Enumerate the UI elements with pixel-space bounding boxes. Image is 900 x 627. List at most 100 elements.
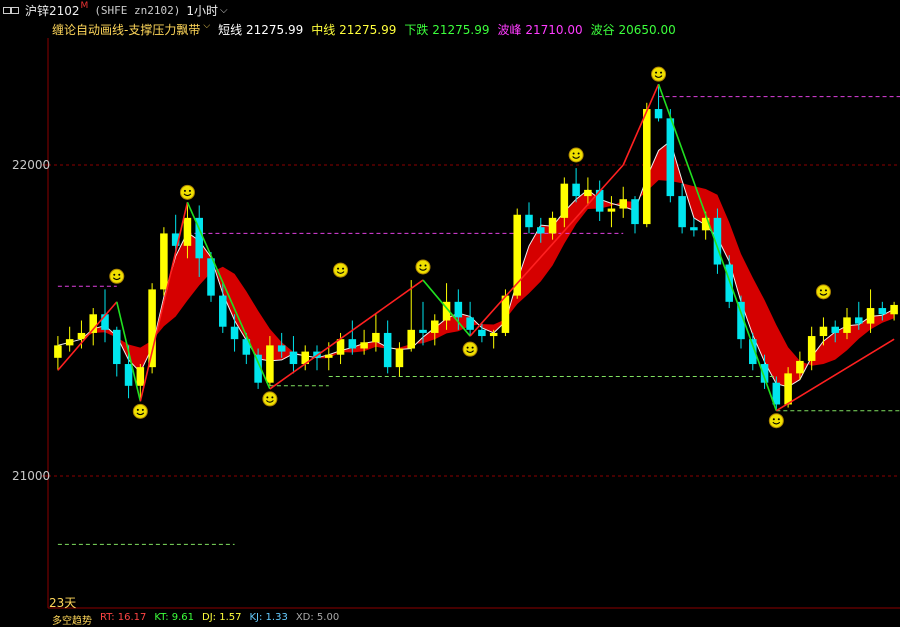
candle-body bbox=[466, 317, 474, 330]
candle-body bbox=[325, 354, 333, 358]
smiley-eye bbox=[655, 71, 658, 74]
bottom-indicator-row: 多空趋势 RT: 16.17 KT: 9.61 DJ: 1.57 KJ: 1.3… bbox=[52, 612, 339, 627]
candle-body bbox=[407, 329, 415, 349]
candle-body bbox=[666, 118, 675, 197]
candle-body bbox=[230, 326, 239, 340]
candle-body bbox=[807, 336, 816, 361]
candle-body bbox=[643, 109, 651, 225]
smiley-eye bbox=[777, 418, 780, 421]
candle-body bbox=[266, 345, 274, 383]
candle-body bbox=[113, 329, 121, 365]
candle-body bbox=[207, 258, 215, 296]
candle-body bbox=[489, 332, 498, 337]
smiley-eye bbox=[819, 289, 822, 292]
smiley-eye bbox=[113, 273, 116, 276]
candle-body bbox=[796, 360, 804, 374]
zigzag-segment bbox=[57, 301, 118, 371]
y-tick-label: 22000 bbox=[12, 158, 51, 172]
smiley-icon bbox=[179, 184, 195, 200]
smiley-icon bbox=[651, 66, 667, 82]
smiley-eye bbox=[136, 408, 139, 411]
smiley-icon bbox=[415, 259, 431, 275]
candle-body bbox=[454, 301, 463, 318]
candle-body bbox=[383, 332, 392, 368]
zigzag-segment bbox=[186, 201, 271, 390]
candle-body bbox=[348, 339, 357, 349]
zigzag-segment bbox=[469, 164, 624, 337]
smiley-eye bbox=[118, 273, 121, 276]
smiley-icon bbox=[815, 284, 831, 300]
candle-body bbox=[572, 183, 580, 197]
candle-body bbox=[183, 217, 192, 246]
bottom-item: DJ: 1.57 bbox=[202, 612, 242, 623]
smiley-eye bbox=[577, 152, 580, 155]
smiley-eye bbox=[660, 71, 663, 74]
candle-body bbox=[537, 227, 545, 234]
smiley-icon bbox=[568, 147, 584, 163]
smiley-eye bbox=[337, 267, 340, 270]
candle-body bbox=[124, 364, 133, 386]
candle-body bbox=[160, 233, 168, 290]
smiley-eye bbox=[188, 189, 191, 192]
candle-body bbox=[560, 183, 569, 218]
smiley-eye bbox=[419, 264, 422, 267]
candlestick-chart[interactable] bbox=[0, 0, 900, 618]
bottom-item: RT: 16.17 bbox=[100, 612, 147, 623]
bottom-item: XD: 5.00 bbox=[295, 612, 340, 623]
candle-body bbox=[525, 214, 533, 228]
zigzag-segment bbox=[269, 279, 424, 390]
candle-body bbox=[619, 199, 627, 209]
smiley-eye bbox=[141, 408, 144, 411]
smiley-eye bbox=[271, 396, 274, 399]
smiley-eye bbox=[471, 346, 474, 349]
smiley-eye bbox=[772, 418, 775, 421]
candle-body bbox=[548, 217, 557, 234]
smiley-eye bbox=[572, 152, 575, 155]
smiley-icon bbox=[109, 268, 125, 284]
candle-body bbox=[431, 320, 439, 333]
zigzag-segment bbox=[657, 83, 778, 411]
candle-body bbox=[690, 227, 698, 231]
candle-body bbox=[77, 332, 86, 340]
candle-body bbox=[277, 345, 286, 352]
smiley-eye bbox=[424, 264, 427, 267]
candle-body bbox=[219, 295, 227, 327]
candle-body bbox=[678, 196, 686, 228]
smiley-eye bbox=[466, 346, 469, 349]
candle-body bbox=[831, 326, 839, 333]
candle-body bbox=[478, 329, 486, 337]
smiley-eye bbox=[342, 267, 345, 270]
candle-body bbox=[372, 332, 380, 343]
candle-body bbox=[584, 189, 592, 197]
smiley-eye bbox=[824, 289, 827, 292]
candle-body bbox=[607, 208, 616, 212]
candle-body bbox=[654, 109, 663, 119]
bottom-item: KT: 9.61 bbox=[154, 612, 195, 623]
candle-body bbox=[843, 317, 851, 333]
bottom-item: KJ: 1.33 bbox=[249, 612, 288, 623]
candle-body bbox=[819, 326, 828, 337]
smiley-icon bbox=[768, 413, 784, 429]
candle-body bbox=[878, 308, 887, 315]
candle-body bbox=[866, 308, 875, 324]
smiley-icon bbox=[333, 262, 349, 278]
candle-body bbox=[501, 295, 510, 333]
candle-body bbox=[54, 345, 62, 358]
candle-body bbox=[725, 264, 733, 302]
candle-body bbox=[784, 373, 792, 405]
candle-body bbox=[395, 348, 404, 368]
smiley-icon bbox=[262, 391, 278, 407]
smiley-icon bbox=[132, 403, 148, 419]
zigzag-segment bbox=[622, 83, 660, 166]
y-tick-label: 21000 bbox=[12, 469, 51, 483]
candle-body bbox=[360, 342, 368, 349]
smiley-icon bbox=[462, 341, 478, 357]
candle-body bbox=[136, 367, 145, 386]
smiley-eye bbox=[183, 189, 186, 192]
bottom-title[interactable]: 多空趋势 bbox=[52, 612, 92, 627]
candle-body bbox=[631, 199, 639, 225]
candle-body bbox=[65, 339, 74, 346]
candle-body bbox=[289, 351, 298, 365]
candle-body bbox=[419, 329, 427, 333]
days-label: 23天 bbox=[49, 596, 77, 610]
